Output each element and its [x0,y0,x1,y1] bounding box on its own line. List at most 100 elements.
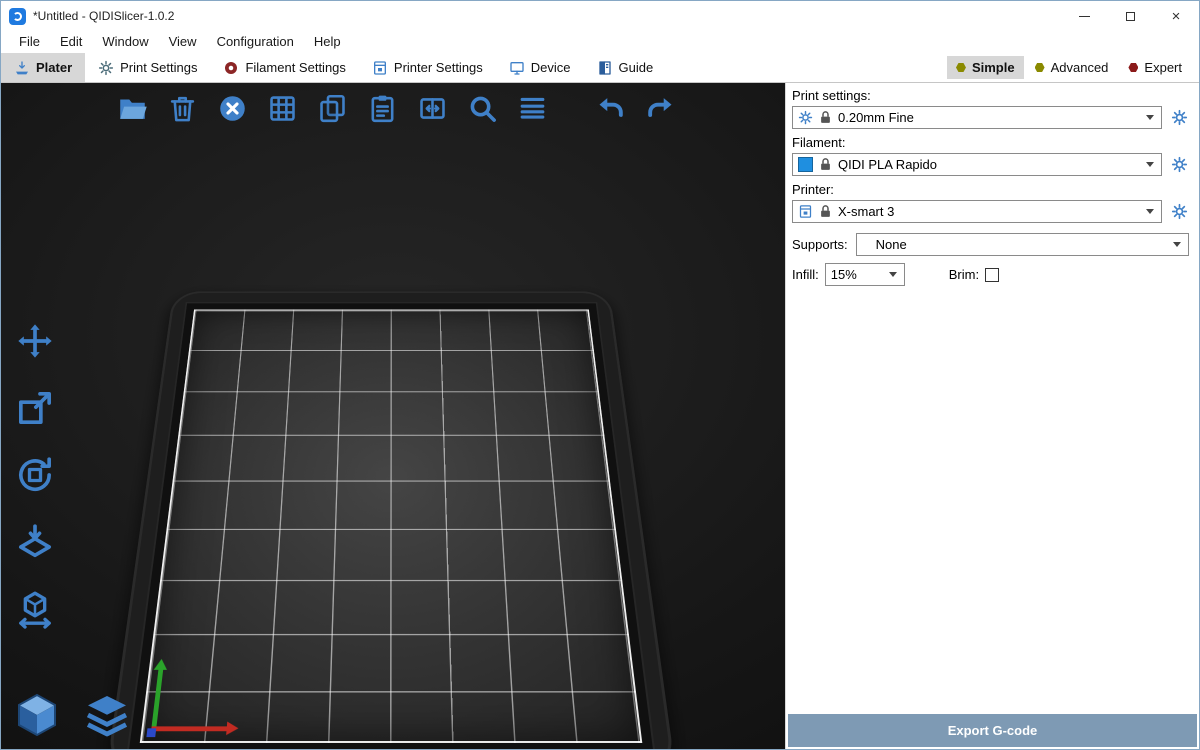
arrange-button[interactable] [261,87,303,129]
tab-label: Guide [619,60,654,75]
infill-combo[interactable]: 15% [825,263,905,286]
export-gcode-button[interactable]: Export G-code [788,714,1197,747]
print-settings-combo[interactable]: 0.20mm Fine [792,106,1162,129]
tab-bar: Plater Print Settings Filament Settings Pri… [1,53,1199,83]
print-settings-gear-button[interactable] [1169,108,1189,128]
menu-item-file[interactable]: File [9,31,50,53]
mode-dot-icon [956,63,966,73]
search-button[interactable] [461,87,503,129]
print-settings-row: 0.20mm Fine [792,106,1189,129]
gizmo-toolbar [9,315,61,635]
tab-label: Filament Settings [245,60,345,75]
printer-row: X-smart 3 [792,200,1189,223]
delete-all-icon [217,93,248,124]
layers-view-button[interactable] [79,687,135,743]
printer-gear-button[interactable] [1169,202,1189,222]
printer-icon [798,204,813,219]
open-folder-button[interactable] [111,87,153,129]
axis-y-arrow [151,669,163,731]
maximize-button[interactable] [1107,1,1153,31]
bed-scene [1,83,785,749]
menu-item-edit[interactable]: Edit [50,31,92,53]
view-3d-button[interactable] [9,687,65,743]
view-toolbar [9,687,135,743]
rotate-tool-button[interactable] [9,449,61,501]
tab-printer-settings[interactable]: Printer Settings [359,53,496,82]
layers-icon [517,93,548,124]
tab-plater[interactable]: Plater [1,53,85,82]
infill-brim-row: Infill: 15% Brim: [792,263,1189,286]
tab-guide[interactable]: Guide [584,53,667,82]
lock-icon [818,157,833,172]
delete-button[interactable] [161,87,203,129]
print-settings-icon [98,60,114,76]
paste-icon [367,93,398,124]
mode-simple[interactable]: Simple [947,56,1024,79]
title-bar[interactable]: *Untitled - QIDISlicer-1.0.2 × [1,1,1199,31]
copy-button[interactable] [311,87,353,129]
supports-row: Supports: None [792,233,1189,256]
tab-label: Print Settings [120,60,197,75]
gear-icon [798,110,813,125]
lock-icon [818,204,833,219]
delete-all-button[interactable] [211,87,253,129]
filament-combo[interactable]: QIDI PLA Rapido [792,153,1162,176]
brim-checkbox[interactable] [985,268,999,282]
measure-tool-button[interactable] [9,583,61,635]
flatten-tool-button[interactable] [9,516,61,568]
app-logo-icon [9,8,26,25]
scale-tool-button[interactable] [9,382,61,434]
window-title: *Untitled - QIDISlicer-1.0.2 [33,9,174,23]
split-button[interactable] [411,87,453,129]
tab-device[interactable]: Device [496,53,584,82]
mode-dot-icon [1035,63,1045,73]
tab-group: Plater Print Settings Filament Settings Pri… [1,53,666,82]
mode-dot-icon [1128,63,1138,73]
3d-viewport[interactable] [1,83,785,749]
mode-expert[interactable]: Expert [1119,56,1191,79]
print-settings-value: 0.20mm Fine [838,110,1141,125]
mode-advanced[interactable]: Advanced [1026,56,1118,79]
close-button[interactable]: × [1153,1,1199,31]
supports-value: None [862,237,1168,252]
lock-icon [818,110,833,125]
filament-label: Filament: [792,135,1189,150]
redo-button[interactable] [639,87,681,129]
move-tool-button[interactable] [9,315,61,367]
menu-item-configuration[interactable]: Configuration [207,31,304,53]
scale-icon [15,388,55,428]
chevron-down-icon [1146,209,1154,214]
menu-item-window[interactable]: Window [92,31,158,53]
filament-row: QIDI PLA Rapido [792,153,1189,176]
mode-group: Simple Advanced Expert [947,53,1199,82]
printer-label: Printer: [792,182,1189,197]
tab-print-settings[interactable]: Print Settings [85,53,210,82]
chevron-down-icon [1146,115,1154,120]
undo-button[interactable] [589,87,631,129]
printer-combo[interactable]: X-smart 3 [792,200,1162,223]
plater-icon [14,60,30,76]
filament-value: QIDI PLA Rapido [838,157,1141,172]
menu-item-view[interactable]: View [159,31,207,53]
brim-label: Brim: [949,267,979,282]
printer-value: X-smart 3 [838,204,1141,219]
minimize-button[interactable] [1061,1,1107,31]
settings-sidebar: Print settings: 0.20mm Fine Filament: QI… [785,83,1199,749]
menu-item-help[interactable]: Help [304,31,351,53]
chevron-down-icon [1173,242,1181,247]
guide-icon [597,60,613,76]
infill-value: 15% [831,267,884,282]
paste-button[interactable] [361,87,403,129]
filament-color-swatch [798,157,813,172]
tab-label: Plater [36,60,72,75]
filament-gear-button[interactable] [1169,155,1189,175]
layers-button[interactable] [511,87,553,129]
split-icon [417,93,448,124]
chevron-down-icon [889,272,897,277]
tab-filament-settings[interactable]: Filament Settings [210,53,358,82]
supports-combo[interactable]: None [856,233,1189,256]
undo-icon [595,93,626,124]
copy-icon [317,93,348,124]
mode-label: Advanced [1051,60,1109,75]
measure-icon [15,589,55,629]
